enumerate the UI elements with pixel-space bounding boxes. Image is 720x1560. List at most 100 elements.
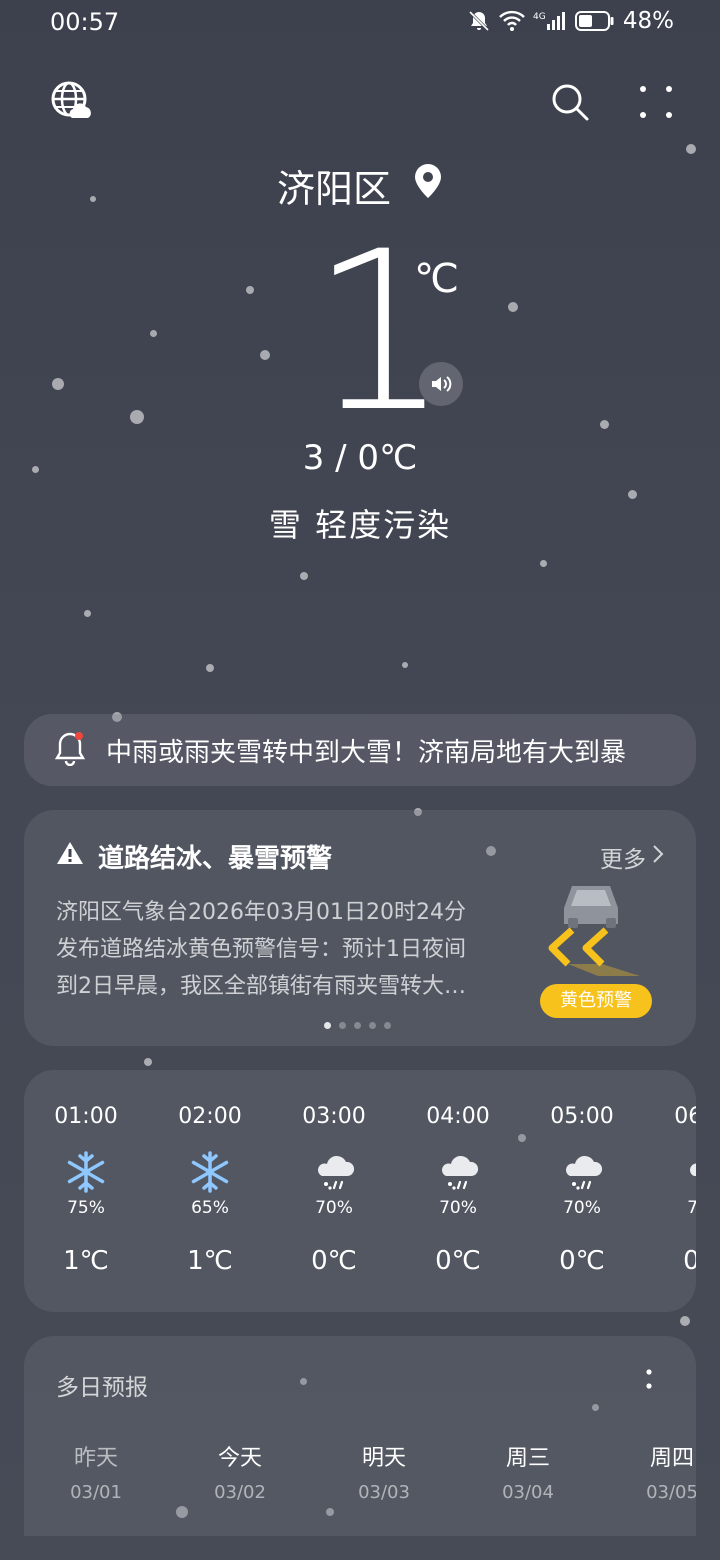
location-pin-icon <box>413 163 443 208</box>
warning-body-line: 济阳区气象台2026年03月01日20时24分 <box>56 900 466 925</box>
road-icing-icon <box>544 878 654 992</box>
hour-temperature: 0℃ <box>435 1246 481 1276</box>
snowflake-icon <box>64 1150 108 1194</box>
hour-temperature: 1℃ <box>187 1246 233 1276</box>
status-bar: 00:57 4G 48% <box>0 0 720 48</box>
carousel-dot <box>354 1022 361 1029</box>
snowflake-dot <box>628 490 637 499</box>
hour-time: 04:00 <box>426 1104 490 1129</box>
hourly-item[interactable]: 06:00 70% 0℃ <box>644 1070 696 1312</box>
wifi-icon <box>499 10 525 32</box>
hourly-forecast-card[interactable]: 01:00 75% 1℃ 02:00 65% 1℃ 03:00 70% 0℃ 0… <box>24 1070 696 1312</box>
carousel-dot <box>324 1022 331 1029</box>
hour-precipitation: 70% <box>439 1198 477 1218</box>
day-date: 03/02 <box>214 1482 266 1503</box>
day-name: 今天 <box>217 1446 262 1471</box>
temperature-unit: ℃ <box>414 256 459 302</box>
snowflake-dot <box>508 302 518 312</box>
temperature-range: 3 / 0℃ <box>302 438 418 478</box>
more-grid-icon[interactable] <box>638 84 674 124</box>
warning-card[interactable]: 道路结冰、暴雪预警 更多 济阳区气象台2026年03月01日20时24分 发布道… <box>24 810 696 1046</box>
hour-temperature: 0℃ <box>683 1246 696 1276</box>
cloud-sleet-icon <box>560 1150 604 1194</box>
day-name: 明天 <box>361 1446 406 1471</box>
hourly-item[interactable]: 02:00 65% 1℃ <box>148 1070 272 1312</box>
snowflake-dot <box>150 330 157 337</box>
svg-text:4G: 4G <box>533 12 546 22</box>
hour-time: 02:00 <box>178 1104 242 1129</box>
current-temperature: 1 <box>310 204 450 460</box>
vertical-more-icon[interactable] <box>646 1368 652 1396</box>
hour-temperature: 1℃ <box>63 1246 109 1276</box>
hourly-item[interactable]: 05:00 70% 0℃ <box>520 1070 644 1312</box>
alert-banner-text: 中雨或雨夹雪转中到大雪！济南局地有大到暴 <box>106 737 627 768</box>
carousel-dot <box>339 1022 346 1029</box>
snowflake-dot <box>540 560 547 567</box>
warning-header: 道路结冰、暴雪预警 <box>56 838 332 875</box>
speaker-icon[interactable] <box>419 362 463 406</box>
hour-time: 03:00 <box>302 1104 366 1129</box>
weather-condition: 雪 轻度污染 <box>268 506 452 544</box>
hourly-item[interactable]: 01:00 75% 1℃ <box>24 1070 148 1312</box>
snowflake-dot <box>680 1316 690 1326</box>
hour-precipitation: 70% <box>687 1198 696 1218</box>
hourly-item[interactable]: 03:00 70% 0℃ <box>272 1070 396 1312</box>
hour-time: 06:00 <box>674 1104 696 1129</box>
battery-icon <box>574 10 615 32</box>
snowflake-dot <box>686 144 696 154</box>
carousel-dot <box>384 1022 391 1029</box>
alert-banner[interactable]: 中雨或雨夹雪转中到大雪！济南局地有大到暴 <box>24 714 696 786</box>
day-date: 03/01 <box>70 1482 122 1503</box>
warning-body-line: 到2日早晨，我区全部镇街有雨夹雪转大… <box>56 974 466 999</box>
snowflake-dot <box>402 662 408 668</box>
hour-time: 01:00 <box>54 1104 118 1129</box>
warning-more-label: 更多 <box>600 847 646 873</box>
hour-temperature: 0℃ <box>311 1246 357 1276</box>
mute-bell-icon <box>467 9 491 33</box>
day-name: 昨天 <box>73 1446 118 1471</box>
battery-percent: 48% <box>622 8 674 34</box>
status-time: 00:57 <box>50 8 120 36</box>
snowflake-dot <box>246 286 254 294</box>
snowflake-dot <box>260 350 270 360</box>
warning-body-line: 发布道路结冰黄色预警信号：预计1日夜间 <box>56 937 466 962</box>
warning-title: 道路结冰、暴雪预警 <box>98 844 333 874</box>
hour-precipitation: 70% <box>315 1198 353 1218</box>
hour-precipitation: 70% <box>563 1198 601 1218</box>
snowflake-dot <box>84 610 91 617</box>
snowflake-icon <box>188 1150 232 1194</box>
cloud-sleet-icon <box>436 1150 480 1194</box>
day-name: 周三 <box>505 1446 550 1471</box>
carousel-dot <box>369 1022 376 1029</box>
snowflake-dot <box>206 664 214 672</box>
cloud-sleet-icon <box>684 1150 696 1194</box>
day-date: 03/05 <box>646 1482 696 1503</box>
hour-time: 05:00 <box>550 1104 614 1129</box>
chevron-right-icon <box>652 844 664 870</box>
warning-triangle-icon <box>56 841 84 872</box>
warning-more-link[interactable]: 更多 <box>600 840 664 874</box>
signal-4g-icon: 4G <box>533 10 567 32</box>
alarm-bell-icon <box>54 730 86 770</box>
warning-body: 济阳区气象台2026年03月01日20时24分 发布道路结冰黄色预警信号：预计1… <box>56 894 511 1005</box>
globe-weather-icon[interactable] <box>50 80 92 126</box>
warning-level-badge: 黄色预警 <box>540 984 652 1018</box>
hour-temperature: 0℃ <box>559 1246 605 1276</box>
hour-precipitation: 65% <box>191 1198 229 1218</box>
snowflake-dot <box>130 410 144 424</box>
day-date: 03/03 <box>358 1482 410 1503</box>
snowflake-dot <box>300 572 308 580</box>
daily-forecast-title: 多日预报 <box>56 1375 148 1401</box>
day-date: 03/04 <box>502 1482 554 1503</box>
daily-forecast-card[interactable]: 多日预报 昨天 03/01 今天 03/02 明天 03/03 周三 03/04… <box>24 1336 696 1536</box>
hourly-item[interactable]: 04:00 70% 0℃ <box>396 1070 520 1312</box>
status-icons: 4G 48% <box>467 8 674 34</box>
snowflake-dot <box>52 378 64 390</box>
search-icon[interactable] <box>550 82 590 126</box>
snowflake-dot <box>600 420 609 429</box>
snowflake-dot <box>144 1058 152 1066</box>
cloud-sleet-icon <box>312 1150 356 1194</box>
day-name: 周四 <box>649 1446 694 1471</box>
hour-precipitation: 75% <box>67 1198 105 1218</box>
carousel-dots <box>324 1022 391 1029</box>
